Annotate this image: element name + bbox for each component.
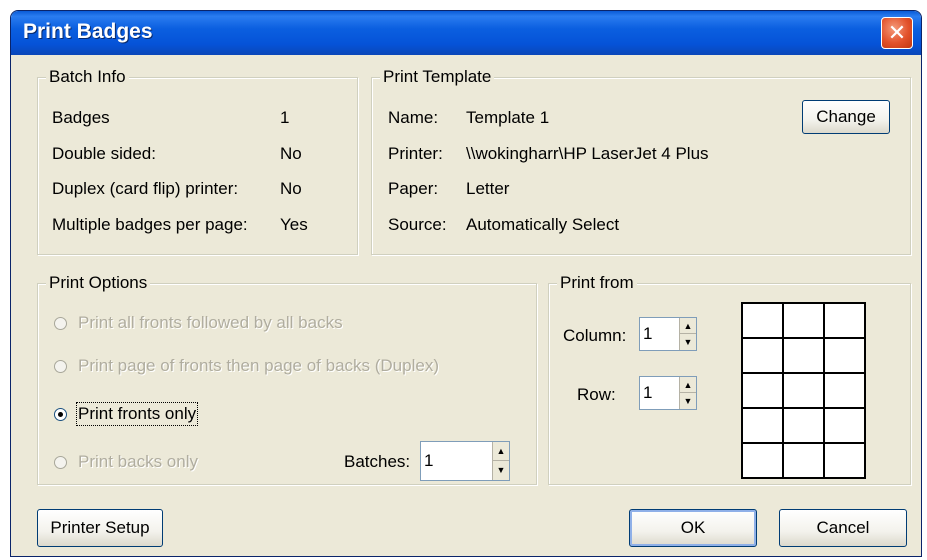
column-spinner[interactable]: 1 ▲ ▼	[639, 317, 697, 351]
multiple-badges-value: Yes	[280, 215, 308, 234]
grid-cell[interactable]	[741, 337, 784, 374]
batches-value[interactable]: 1	[424, 451, 433, 471]
badges-value: 1	[280, 108, 290, 127]
radio-fronts-only[interactable]	[54, 408, 67, 421]
close-button[interactable]: ✕	[881, 17, 913, 49]
grid-row	[741, 372, 866, 409]
multiple-badges-label: Multiple badges per page:	[52, 215, 248, 234]
option-backs-only-label[interactable]: Print backs only	[78, 452, 198, 472]
dialog-title: Print Badges	[23, 20, 153, 43]
batch-info-legend: Batch Info	[46, 67, 129, 87]
grid-cell[interactable]	[782, 442, 825, 479]
row-value[interactable]: 1	[643, 383, 652, 403]
grid-cell[interactable]	[782, 407, 825, 444]
grid-cell[interactable]	[823, 372, 866, 409]
row-spinner-arrows[interactable]: ▲ ▼	[679, 377, 696, 409]
option-duplex-label[interactable]: Print page of fronts then page of backs …	[78, 356, 439, 376]
paper-label: Paper:	[388, 179, 439, 198]
grid-row	[741, 442, 866, 479]
spin-down-icon[interactable]: ▼	[680, 393, 696, 409]
batches-spinner[interactable]: 1 ▲ ▼	[420, 441, 510, 481]
print-from-legend: Print from	[557, 273, 637, 293]
grid-cell[interactable]	[823, 302, 866, 339]
grid-cell[interactable]	[782, 337, 825, 374]
duplex-printer-value: No	[280, 179, 302, 198]
grid-cell[interactable]	[741, 372, 784, 409]
column-value[interactable]: 1	[643, 324, 652, 344]
batches-spinner-arrows[interactable]: ▲ ▼	[492, 442, 509, 480]
grid-cell[interactable]	[741, 407, 784, 444]
grid-cell[interactable]	[741, 442, 784, 479]
print-badges-dialog: Print Badges ✕ Batch Info Badges 1 Doubl…	[10, 10, 922, 557]
column-label: Column:	[563, 326, 627, 345]
grid-row	[741, 302, 866, 339]
spin-up-icon[interactable]: ▲	[680, 377, 696, 393]
radio-backs-only[interactable]	[54, 456, 67, 469]
print-template-group: Print Template Name: Template 1 Printer:…	[371, 67, 911, 255]
grid-row	[741, 407, 866, 444]
print-template-legend: Print Template	[380, 67, 495, 87]
spin-up-icon[interactable]: ▲	[493, 442, 509, 461]
printer-label: Printer:	[388, 144, 443, 163]
spin-down-icon[interactable]: ▼	[680, 334, 696, 350]
spin-up-icon[interactable]: ▲	[680, 318, 696, 334]
batch-info-group: Batch Info Badges 1 Double sided: No Dup…	[37, 67, 358, 255]
change-template-button[interactable]: Change	[802, 100, 890, 134]
radio-duplex[interactable]	[54, 360, 67, 373]
cancel-button[interactable]: Cancel	[779, 509, 907, 547]
badges-label: Badges	[52, 108, 110, 127]
printer-setup-button[interactable]: Printer Setup	[37, 509, 163, 547]
grid-cell[interactable]	[782, 302, 825, 339]
close-icon: ✕	[887, 20, 907, 45]
source-label: Source:	[388, 215, 447, 234]
batches-label: Batches:	[344, 452, 411, 471]
printer-value: \\wokingharr\HP LaserJet 4 Plus	[466, 144, 709, 163]
grid-cell[interactable]	[823, 407, 866, 444]
print-options-group: Print Options Print all fronts followed …	[37, 273, 537, 485]
spin-down-icon[interactable]: ▼	[493, 461, 509, 480]
grid-cell[interactable]	[823, 337, 866, 374]
print-from-group: Print from Column: 1 ▲ ▼ Row: 1 ▲ ▼	[548, 273, 911, 485]
ok-button[interactable]: OK	[629, 509, 757, 547]
radio-all-fronts-then-backs[interactable]	[54, 317, 67, 330]
template-name-label: Name:	[388, 108, 439, 127]
duplex-printer-label: Duplex (card flip) printer:	[52, 179, 239, 198]
row-label: Row:	[577, 385, 616, 404]
column-spinner-arrows[interactable]: ▲ ▼	[679, 318, 696, 350]
double-sided-value: No	[280, 144, 302, 163]
radio-selected-dot	[58, 412, 63, 417]
grid-cell[interactable]	[782, 372, 825, 409]
option-all-fronts-then-backs-label[interactable]: Print all fronts followed by all backs	[78, 313, 343, 333]
grid-cell[interactable]	[741, 302, 784, 339]
paper-value: Letter	[466, 179, 510, 198]
row-spinner[interactable]: 1 ▲ ▼	[639, 376, 697, 410]
option-fronts-only-label[interactable]: Print fronts only	[75, 402, 199, 426]
template-name-value: Template 1	[466, 108, 550, 127]
grid-cell[interactable]	[823, 442, 866, 479]
double-sided-label: Double sided:	[52, 144, 156, 163]
grid-row	[741, 337, 866, 374]
source-value: Automatically Select	[466, 215, 620, 234]
title-bar[interactable]: Print Badges ✕	[11, 11, 921, 55]
badge-position-grid[interactable]	[741, 302, 866, 479]
print-options-legend: Print Options	[46, 273, 151, 293]
